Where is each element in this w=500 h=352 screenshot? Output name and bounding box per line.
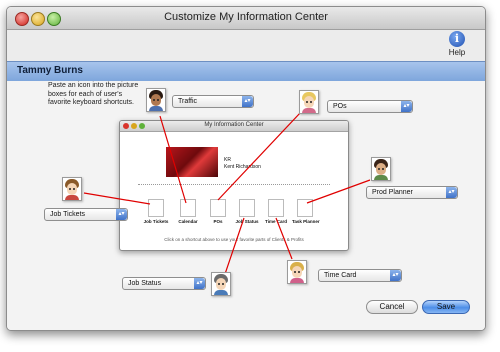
shortcut-face-icon <box>210 199 226 217</box>
user-name: Tammy Burns <box>17 65 83 76</box>
dropdown-value: Prod Planner <box>372 189 413 196</box>
prod-planner-face-icon[interactable] <box>371 157 391 181</box>
window-title: Customize My Information Center <box>164 11 328 23</box>
shortcut-face-icon <box>148 199 164 217</box>
shortcut-label: Task Planner <box>292 219 320 224</box>
dropdown-value: Traffic <box>178 98 198 105</box>
preview-user-info: KR Kent Richardson <box>224 157 261 171</box>
information-center-preview: My Information Center KR Kent Richardson… <box>119 120 349 251</box>
preview-title-bar: My Information Center <box>120 121 348 132</box>
pos-face-icon[interactable] <box>299 90 319 114</box>
dropdown-value: Job Status <box>128 280 162 287</box>
shortcut-label: Time Card <box>265 219 287 224</box>
shortcut-label: POs <box>213 219 223 224</box>
preview-title: My Information Center <box>204 122 264 128</box>
info-icon: i <box>449 31 465 47</box>
time-card-dropdown[interactable]: Time Card ▴▾ <box>318 269 402 282</box>
chevron-updown-icon: ▴▾ <box>194 278 205 289</box>
user-photo-banner <box>166 147 218 177</box>
preview-footer-text: Click on a shortcut above to use your fa… <box>164 237 304 242</box>
preview-user-name: Kent Richardson <box>224 164 261 170</box>
job-status-dropdown[interactable]: Job Status ▴▾ <box>122 277 206 290</box>
shortcut-label: Job Status <box>235 219 259 224</box>
traffic-dropdown[interactable]: Traffic ▴▾ <box>172 95 254 108</box>
shortcut-face-icon <box>268 199 284 217</box>
shortcut-slot-pos[interactable]: POs <box>205 199 231 224</box>
preview-user-initials: KR <box>224 157 231 163</box>
help-label: Help <box>448 48 466 57</box>
cancel-button[interactable]: Cancel <box>366 300 418 314</box>
help-button[interactable]: i Help <box>441 31 473 57</box>
shortcut-label: Job Tickets <box>143 219 169 224</box>
chevron-updown-icon: ▴▾ <box>390 270 401 281</box>
dropdown-value: Job Tickets <box>50 211 86 218</box>
job-tickets-face-icon[interactable] <box>62 177 82 201</box>
dropdown-value: Time Card <box>324 272 357 279</box>
shortcut-slot-time-card[interactable]: Time Card <box>263 199 289 224</box>
traffic-face-icon[interactable] <box>146 88 166 112</box>
time-card-face-icon[interactable] <box>287 260 307 284</box>
job-status-face-icon[interactable] <box>211 272 231 296</box>
chevron-updown-icon: ▴▾ <box>446 187 457 198</box>
prod-planner-dropdown[interactable]: Prod Planner ▴▾ <box>366 186 458 199</box>
shortcut-slot-job-status[interactable]: Job Status <box>234 199 260 224</box>
shortcut-label: Calendar <box>178 219 198 224</box>
title-bar: Customize My Information Center <box>7 7 485 30</box>
user-name-band: Tammy Burns <box>7 61 485 82</box>
chevron-updown-icon: ▴▾ <box>401 101 412 112</box>
pos-dropdown[interactable]: POs ▴▾ <box>327 100 413 113</box>
chevron-updown-icon: ▴▾ <box>242 96 253 107</box>
dropdown-value: POs <box>333 103 347 110</box>
save-button[interactable]: Save <box>422 300 470 314</box>
shortcut-slot-job-tickets[interactable]: Job Tickets <box>143 199 169 224</box>
chevron-updown-icon: ▴▾ <box>116 209 127 220</box>
shortcut-face-icon <box>239 199 255 217</box>
shortcut-face-icon <box>297 199 313 217</box>
job-tickets-dropdown[interactable]: Job Tickets ▴▾ <box>44 208 128 221</box>
preview-separator <box>138 184 330 185</box>
shortcut-face-icon <box>180 199 196 217</box>
shortcut-slot-calendar[interactable]: Calendar <box>175 199 201 224</box>
instructions-text: Paste an icon into the picture boxes for… <box>48 82 139 106</box>
shortcut-slot-task-planner[interactable]: Task Planner <box>292 199 320 224</box>
